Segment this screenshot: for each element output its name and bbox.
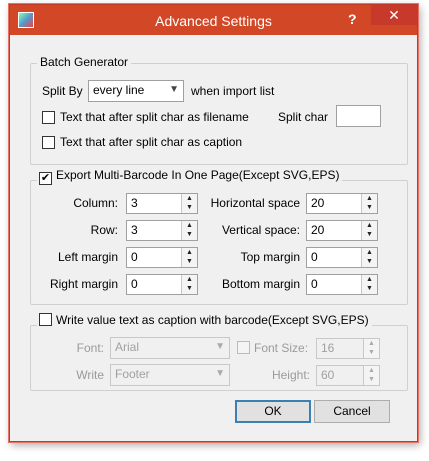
up-arrow-icon[interactable]: ▲ [182,194,197,203]
caption-split-checkbox[interactable] [42,136,55,149]
vertical-space-label: Vertical space: [221,223,300,237]
horizontal-space-label: Horizontal space [210,196,300,210]
font-label: Font: [76,341,104,355]
down-arrow-icon[interactable]: ▼ [362,203,377,212]
height-spin-buttons[interactable]: ▲ ▼ [363,366,379,385]
export-checkbox[interactable]: ✔ [39,172,52,185]
ok-button[interactable]: OK [235,400,311,423]
top-margin-label: Top margin [240,250,300,264]
when-import-list-label: when import list [191,84,275,98]
top-margin-spin-buttons[interactable]: ▲ ▼ [361,248,377,267]
down-arrow-icon[interactable]: ▼ [182,257,197,266]
filename-label: Text that after split char as filename [60,110,249,124]
right-margin-value: 0 [131,277,138,291]
left-margin-spin-buttons[interactable]: ▲ ▼ [181,248,197,267]
font-size-checkbox[interactable] [237,341,250,354]
close-button[interactable]: ✕ [371,5,417,25]
left-margin-stepper[interactable]: 0 ▲ ▼ [126,247,198,268]
column-stepper[interactable]: 3 ▲ ▼ [126,193,198,214]
split-by-select[interactable]: every line ▼ [88,80,184,102]
top-margin-stepper[interactable]: 0 ▲ ▼ [306,247,378,268]
height-stepper[interactable]: 60 ▲ ▼ [316,365,380,386]
up-arrow-icon[interactable]: ▲ [182,275,197,284]
split-by-label: Split By [42,84,83,98]
write-value: Footer [115,367,150,381]
horizontal-space-stepper[interactable]: 20 ▲ ▼ [306,193,378,214]
split-char-label: Split char [278,110,329,124]
up-arrow-icon[interactable]: ▲ [182,221,197,230]
right-margin-label: Right margin [49,277,118,291]
down-arrow-icon[interactable]: ▼ [362,284,377,293]
bottom-margin-value: 0 [311,277,318,291]
font-size-value: 16 [321,341,335,355]
down-arrow-icon[interactable]: ▼ [364,348,379,357]
title-bar: Advanced Settings ? ✕ [10,5,417,35]
horizontal-space-value: 20 [311,196,325,210]
caption-checkbox[interactable] [39,313,52,326]
advanced-settings-dialog: Advanced Settings ? ✕ Batch Generator Sp… [9,4,418,442]
chevron-down-icon: ▼ [169,84,179,95]
right-margin-spin-buttons[interactable]: ▲ ▼ [181,275,197,294]
help-icon[interactable]: ? [348,11,357,27]
batch-generator-legend: Batch Generator [37,55,132,69]
up-arrow-icon[interactable]: ▲ [182,248,197,257]
column-label: Column: [73,196,118,210]
font-value: Arial [115,340,140,354]
split-char-input[interactable] [336,105,381,127]
left-margin-label: Left margin [57,250,118,264]
down-arrow-icon[interactable]: ▼ [362,257,377,266]
cancel-button[interactable]: Cancel [314,400,390,423]
font-size-stepper[interactable]: 16 ▲ ▼ [316,338,380,359]
vertical-space-spin-buttons[interactable]: ▲ ▼ [361,221,377,240]
caption-legend-label: Write value text as caption with barcode… [56,313,369,327]
height-value: 60 [321,368,335,382]
chevron-down-icon: ▼ [215,341,225,352]
down-arrow-icon[interactable]: ▼ [182,284,197,293]
write-label: Write [76,368,104,382]
row-label: Row: [90,223,118,237]
export-legend: ✔ Export Multi-Barcode In One Page(Except… [37,168,343,185]
height-label: Height: [271,368,310,382]
vertical-space-stepper[interactable]: 20 ▲ ▼ [306,220,378,241]
down-arrow-icon[interactable]: ▼ [364,375,379,384]
top-margin-value: 0 [311,250,318,264]
caption-split-label: Text that after split char as caption [60,135,243,149]
chevron-down-icon: ▼ [215,368,225,379]
right-margin-stepper[interactable]: 0 ▲ ▼ [126,274,198,295]
down-arrow-icon[interactable]: ▼ [182,230,197,239]
up-arrow-icon[interactable]: ▲ [362,248,377,257]
font-size-spin-buttons[interactable]: ▲ ▼ [363,339,379,358]
row-value: 3 [131,223,138,237]
horizontal-space-spin-buttons[interactable]: ▲ ▼ [361,194,377,213]
write-select[interactable]: Footer ▼ [110,364,230,386]
caption-legend: Write value text as caption with barcode… [37,313,372,327]
filename-checkbox[interactable] [42,111,55,124]
vertical-space-value: 20 [311,223,325,237]
font-select[interactable]: Arial ▼ [110,337,230,359]
down-arrow-icon[interactable]: ▼ [182,203,197,212]
split-by-value: every line [93,83,145,97]
left-margin-value: 0 [131,250,138,264]
font-size-label: Font Size: [254,341,309,355]
up-arrow-icon[interactable]: ▲ [362,194,377,203]
row-stepper[interactable]: 3 ▲ ▼ [126,220,198,241]
column-spin-buttons[interactable]: ▲ ▼ [181,194,197,213]
bottom-margin-stepper[interactable]: 0 ▲ ▼ [306,274,378,295]
export-legend-label: Export Multi-Barcode In One Page(Except … [56,168,340,182]
down-arrow-icon[interactable]: ▼ [362,230,377,239]
up-arrow-icon[interactable]: ▲ [364,339,379,348]
up-arrow-icon[interactable]: ▲ [362,275,377,284]
bottom-margin-spin-buttons[interactable]: ▲ ▼ [361,275,377,294]
up-arrow-icon[interactable]: ▲ [362,221,377,230]
up-arrow-icon[interactable]: ▲ [364,366,379,375]
row-spin-buttons[interactable]: ▲ ▼ [181,221,197,240]
bottom-margin-label: Bottom margin [221,277,300,291]
column-value: 3 [131,196,138,210]
